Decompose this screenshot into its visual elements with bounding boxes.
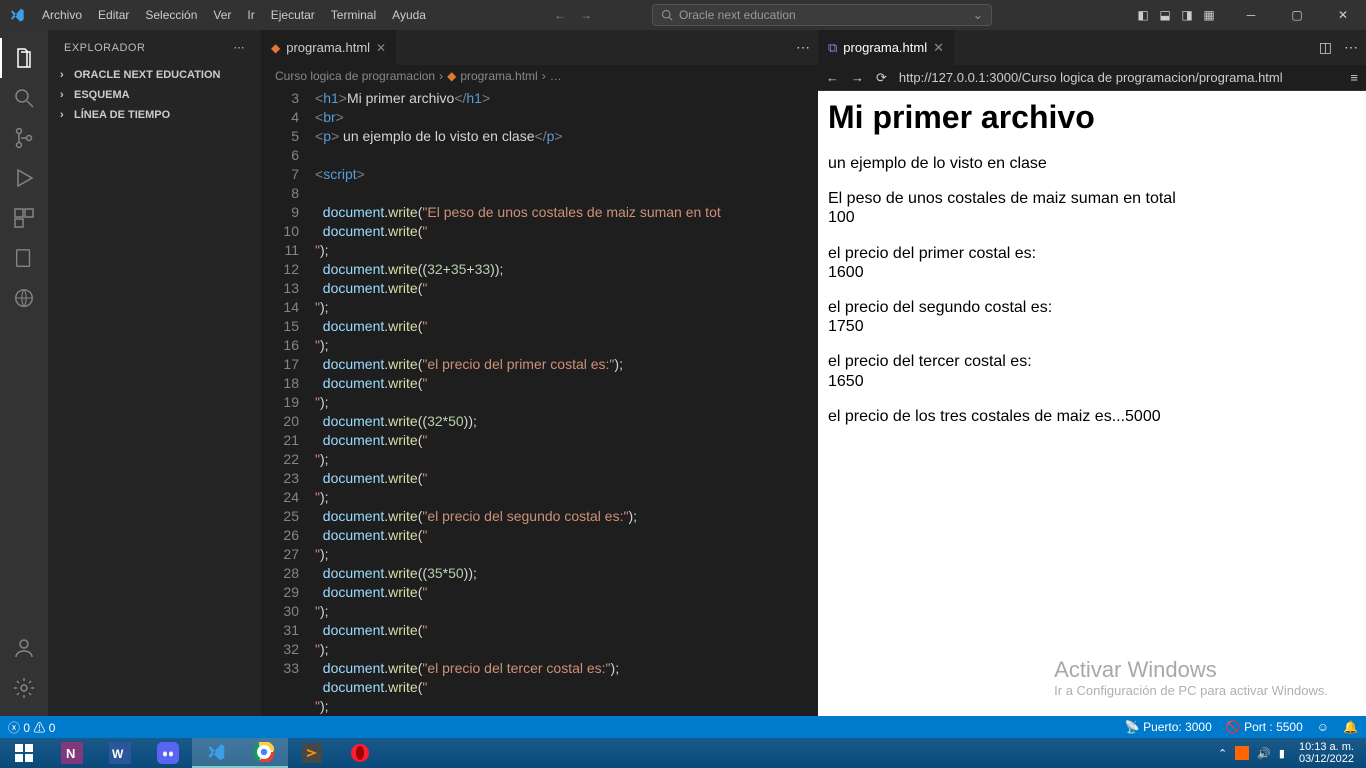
toggle-panel-bottom-icon[interactable]: ⬓ [1156, 7, 1174, 23]
browser-reload-icon[interactable]: ⟳ [876, 70, 887, 86]
preview-tab[interactable]: ⧉ programa.html ✕ [818, 30, 954, 65]
menu-editar[interactable]: Editar [90, 8, 137, 22]
tray-app-icon[interactable] [1235, 746, 1249, 760]
outline-section[interactable]: ›ESQUEMA [48, 85, 261, 105]
live-share-icon[interactable] [0, 278, 48, 318]
html-file-icon: ◆ [271, 41, 280, 55]
layout-controls: ◧ ⬓ ◨ ▦ [1124, 7, 1228, 23]
more-actions-icon[interactable]: ⋯ [796, 39, 810, 56]
errors-warnings[interactable]: ⓧ 0 ⚠ 0 [8, 719, 55, 736]
search-icon[interactable] [0, 78, 48, 118]
task-sublime[interactable] [288, 738, 336, 768]
nav-arrows: ← → [554, 8, 592, 22]
task-vscode[interactable] [192, 738, 240, 768]
task-word[interactable]: W [96, 738, 144, 768]
preview-document: Mi primer archivo un ejemplo de lo visto… [818, 91, 1366, 716]
preview-tab-label: programa.html [843, 40, 927, 55]
close-preview-icon[interactable]: ✕ [933, 40, 944, 56]
activity-bar [0, 30, 48, 716]
search-text: Oracle next education [679, 8, 796, 22]
toggle-panel-left-icon[interactable]: ◧ [1134, 7, 1152, 23]
preview-intro: un ejemplo de lo visto en clase [828, 154, 1356, 173]
extensions-icon[interactable] [0, 198, 48, 238]
task-discord[interactable] [144, 738, 192, 768]
status-bar: ⓧ 0 ⚠ 0 📡 Puerto: 3000 🚫 Port : 5500 ☺ 🔔 [0, 716, 1366, 738]
preview-h1: Mi primer archivo [828, 99, 1356, 136]
hamburger-icon[interactable]: ≡ [1350, 70, 1358, 85]
editor-tab[interactable]: ◆ programa.html ✕ [261, 30, 396, 65]
preview-url-bar: ← → ⟳ http://127.0.0.1:3000/Curso logica… [818, 65, 1366, 91]
feedback-icon[interactable]: ☺ [1317, 720, 1329, 734]
explorer-icon[interactable] [0, 38, 48, 78]
menu-archivo[interactable]: Archivo [34, 8, 90, 22]
windows-taskbar: N W ⌃ 🔊 ▮ 10:13 a. m. 03/12/2022 [0, 738, 1366, 768]
code-editor[interactable]: 3 4 5 6 7 8 9 10 11 12 13 14 15 16 17 18… [261, 87, 818, 716]
timeline-section[interactable]: ›LÍNEA DE TIEMPO [48, 105, 261, 125]
close-tab-icon[interactable]: ✕ [376, 41, 386, 55]
tab-label: programa.html [286, 40, 370, 55]
run-debug-icon[interactable] [0, 158, 48, 198]
folder-oracle[interactable]: ›ORACLE NEXT EDUCATION [48, 65, 261, 85]
source-control-icon[interactable] [0, 118, 48, 158]
breadcrumb[interactable]: Curso logica de programacion › ◆ program… [261, 65, 818, 87]
task-opera[interactable] [336, 738, 384, 768]
tray-chevron-icon[interactable]: ⌃ [1218, 747, 1227, 760]
html-file-icon: ◆ [447, 69, 456, 83]
more-icon[interactable]: ⋯ [234, 41, 246, 54]
sidebar-title: EXPLORADOR [64, 42, 145, 54]
menu-ejecutar[interactable]: Ejecutar [263, 8, 323, 22]
nav-back-icon[interactable]: ← [554, 8, 566, 22]
windows-activation-watermark: Activar Windows Ir a Configuración de PC… [1054, 657, 1328, 698]
toggle-panel-right-icon[interactable]: ◨ [1178, 7, 1196, 23]
nav-forward-icon[interactable]: → [580, 8, 592, 22]
url-text[interactable]: http://127.0.0.1:3000/Curso logica de pr… [899, 70, 1339, 85]
task-chrome[interactable] [240, 738, 288, 768]
more-icon[interactable]: ⋯ [1344, 39, 1358, 56]
menu-terminal[interactable]: Terminal [323, 8, 384, 22]
browser-back-icon[interactable]: ← [826, 70, 839, 85]
tray-volume-icon[interactable]: 🔊 [1257, 747, 1271, 760]
start-button[interactable] [0, 738, 48, 768]
chevron-down-icon: ⌄ [973, 8, 983, 22]
titlebar: Archivo Editar Selección Ver Ir Ejecutar… [0, 0, 1366, 30]
tray-network-icon[interactable]: ▮ [1279, 747, 1285, 760]
port-3000[interactable]: 📡 Puerto: 3000 [1125, 720, 1212, 734]
preview-pane: ⧉ programa.html ✕ ◫ ⋯ ← → ⟳ http://127.0… [818, 30, 1366, 716]
file-explorer-icon[interactable] [0, 238, 48, 278]
taskbar-clock[interactable]: 10:13 a. m. 03/12/2022 [1293, 739, 1360, 767]
account-icon[interactable] [0, 628, 48, 668]
command-center[interactable]: Oracle next education ⌄ [652, 4, 992, 26]
preview-icon: ⧉ [828, 40, 837, 56]
menu-ir[interactable]: Ir [239, 8, 262, 22]
menu-seleccion[interactable]: Selección [137, 8, 205, 22]
svg-text:W: W [112, 747, 124, 761]
svg-text:N: N [66, 746, 75, 761]
browser-forward-icon[interactable]: → [851, 70, 864, 85]
live-server-port[interactable]: 🚫 Port : 5500 [1226, 720, 1303, 734]
main-menu: Archivo Editar Selección Ver Ir Ejecutar… [34, 8, 434, 22]
maximize-button[interactable]: ▢ [1274, 0, 1320, 30]
menu-ver[interactable]: Ver [205, 8, 239, 22]
notifications-icon[interactable]: 🔔 [1343, 720, 1358, 734]
system-tray: ⌃ 🔊 ▮ 10:13 a. m. 03/12/2022 [1218, 739, 1366, 767]
split-editor-icon[interactable]: ◫ [1319, 39, 1332, 56]
close-button[interactable]: ✕ [1320, 0, 1366, 30]
customize-layout-icon[interactable]: ▦ [1200, 7, 1218, 23]
editor-pane: ◆ programa.html ✕ ⋯ Curso logica de prog… [261, 30, 818, 716]
minimize-button[interactable]: ─ [1228, 0, 1274, 30]
menu-ayuda[interactable]: Ayuda [384, 8, 434, 22]
task-onenote[interactable]: N [48, 738, 96, 768]
vscode-logo [0, 7, 34, 23]
settings-icon[interactable] [0, 668, 48, 708]
explorer-sidebar: EXPLORADOR ⋯ ›ORACLE NEXT EDUCATION ›ESQ… [48, 30, 261, 716]
